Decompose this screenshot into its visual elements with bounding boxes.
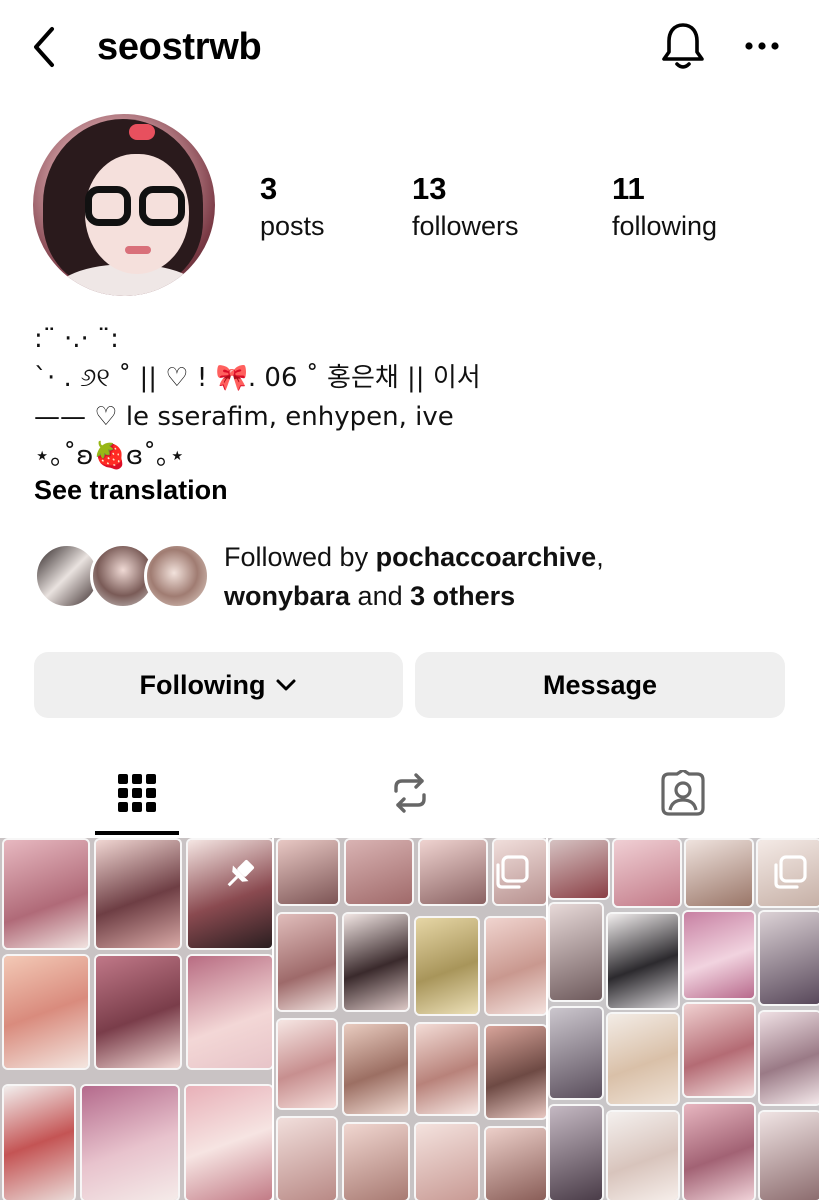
- post-thumbnail[interactable]: [548, 838, 819, 1200]
- chevron-down-icon: [275, 678, 297, 692]
- post-thumbnail[interactable]: [274, 838, 546, 1200]
- following-button[interactable]: Following: [34, 652, 403, 718]
- photocard: [4, 956, 88, 1068]
- following-count: 11: [612, 171, 645, 206]
- followers-stat[interactable]: 13 followers: [412, 170, 519, 244]
- avatar-glasses-left: [85, 186, 131, 226]
- photocard: [486, 918, 546, 1014]
- grid-icon: [117, 774, 156, 812]
- photocard: [416, 918, 478, 1014]
- photocard: [416, 1124, 478, 1200]
- photocard: [344, 914, 408, 1010]
- message-button-label: Message: [542, 669, 658, 700]
- photocard: [186, 1086, 272, 1200]
- photocard: [486, 1128, 546, 1200]
- profile-bio: :¨ ·.· ¨: `· . ୬୧ ˚ || ♡ ! 🎀. 06 ˚ 홍은채 |…: [34, 320, 794, 476]
- profile-tabs: [0, 750, 819, 836]
- photocard: [684, 912, 754, 998]
- followed-by-text[interactable]: Followed by pochaccoarchive, wonybara an…: [224, 538, 794, 616]
- photocard: [188, 956, 272, 1068]
- active-tab-indicator: [95, 831, 179, 835]
- bio-line: :¨ ·.· ¨:: [34, 324, 119, 354]
- mutual-followers-avatars[interactable]: [34, 543, 210, 611]
- photocard: [96, 840, 180, 948]
- mutual-user-link[interactable]: pochaccoarchive: [376, 542, 597, 572]
- photocard: [608, 1014, 678, 1104]
- photocard: [278, 1020, 336, 1108]
- photocard: [278, 914, 336, 1010]
- photocard: [684, 1004, 754, 1096]
- posts-stat[interactable]: 3 posts: [260, 170, 325, 244]
- photocard: [608, 1112, 678, 1200]
- back-button[interactable]: [24, 22, 64, 72]
- profile-username: seostrwb: [97, 26, 262, 68]
- photocard: [278, 840, 338, 904]
- mutual-user-link[interactable]: wonybara: [224, 581, 350, 611]
- more-options-button[interactable]: [738, 22, 786, 70]
- photocard: [760, 912, 819, 1004]
- photocard: [614, 840, 680, 906]
- bio-line: ⋆｡˚ʚ🍓ɞ˚｡⋆: [34, 441, 186, 471]
- photocard: [4, 840, 88, 948]
- chevron-left-icon: [34, 27, 54, 67]
- photocard: [344, 1124, 408, 1200]
- message-button[interactable]: Message: [415, 652, 785, 718]
- followers-label: followers: [412, 211, 519, 241]
- following-label: following: [612, 211, 718, 241]
- tab-reposts[interactable]: [273, 750, 546, 836]
- carousel-icon: [492, 852, 532, 892]
- photocard: [550, 1008, 602, 1098]
- avatar-bow: [129, 124, 155, 140]
- photocard: [550, 904, 602, 1000]
- posts-count: 3: [260, 171, 278, 206]
- photocard: [82, 1086, 178, 1200]
- posts-label: posts: [260, 211, 325, 241]
- mutual-others-link[interactable]: 3 others: [410, 581, 515, 611]
- bio-line: —— ♡ le sserafim, enhypen, ive: [34, 402, 454, 432]
- photocard: [416, 1024, 478, 1114]
- followers-count: 13: [412, 171, 447, 206]
- photocard: [686, 840, 752, 906]
- photocard: [346, 840, 412, 904]
- avatar-glasses-right: [139, 186, 185, 226]
- carousel-icon: [770, 852, 810, 892]
- pin-icon: [220, 854, 260, 894]
- followed-by-separator: ,: [596, 542, 604, 572]
- photocard: [760, 1012, 819, 1104]
- bell-icon: [662, 23, 704, 69]
- followed-by-conjunction: and: [350, 581, 411, 611]
- photocard: [684, 1104, 754, 1200]
- photocard: [420, 840, 486, 904]
- bio-line: `· . ୬୧ ˚ || ♡ ! 🎀. 06 ˚ 홍은채 || 이서: [34, 363, 481, 393]
- see-translation-link[interactable]: See translation: [34, 472, 228, 508]
- tab-tagged[interactable]: [546, 750, 819, 836]
- post-thumbnail[interactable]: [0, 838, 272, 1200]
- following-stat[interactable]: 11 following: [612, 170, 717, 244]
- profile-header: seostrwb: [0, 0, 819, 95]
- photocard: [96, 956, 180, 1068]
- notifications-button[interactable]: [656, 18, 710, 74]
- photocard: [608, 914, 678, 1008]
- photocard: [550, 1106, 602, 1200]
- more-dots-icon: [745, 42, 779, 50]
- tagged-person-icon: [660, 770, 705, 816]
- avatar-lips: [125, 246, 151, 254]
- photocard: [760, 1112, 819, 1200]
- photocard: [550, 840, 608, 898]
- posts-grid: [0, 838, 819, 1200]
- avatar: [144, 543, 210, 609]
- photocard: [486, 1026, 546, 1118]
- followed-by-prefix: Followed by: [224, 542, 376, 572]
- photocard: [4, 1086, 74, 1200]
- repost-icon: [393, 773, 426, 813]
- tab-posts-grid[interactable]: [0, 750, 273, 836]
- following-button-label: Following: [139, 669, 266, 700]
- profile-avatar[interactable]: [33, 114, 215, 296]
- photocard: [278, 1118, 336, 1200]
- photocard: [344, 1024, 408, 1114]
